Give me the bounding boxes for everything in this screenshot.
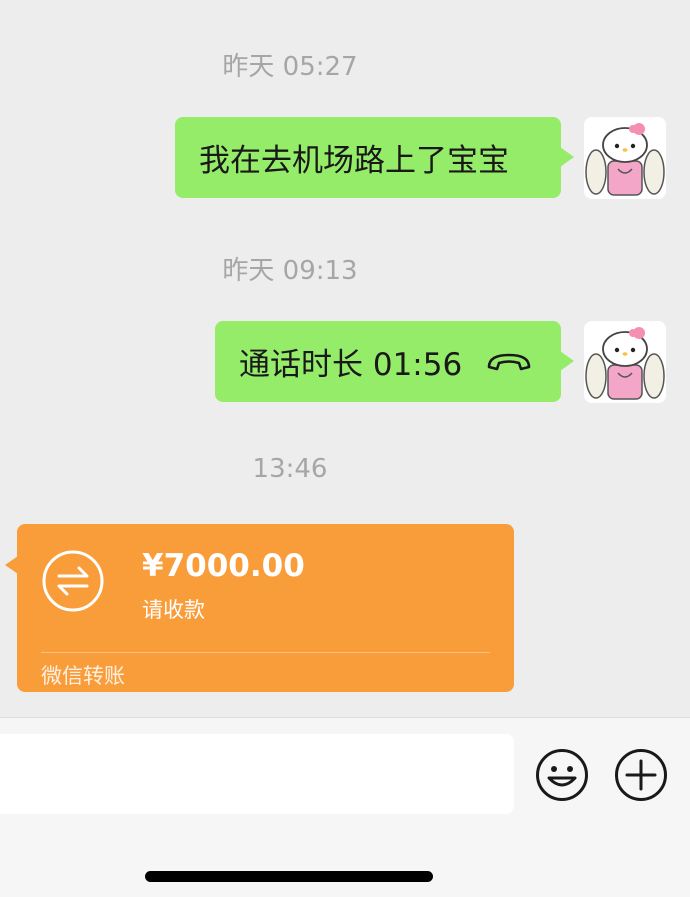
message-bubble[interactable]: 我在去机场路上了宝宝 xyxy=(175,117,574,198)
call-duration-text: 通话时长 01:56 xyxy=(239,347,463,383)
avatar-image xyxy=(584,117,666,199)
call-record-bubble[interactable]: 通话时长 01:56 xyxy=(215,321,574,402)
plus-icon[interactable] xyxy=(614,748,668,802)
transfer-status: 请收款 xyxy=(142,598,205,622)
timestamp: 昨天 05:27 xyxy=(222,52,358,82)
avatar[interactable] xyxy=(584,117,666,199)
transfer-arrows-icon xyxy=(42,550,104,612)
transfer-amount: ¥7000.00 xyxy=(142,548,305,584)
home-indicator[interactable] xyxy=(145,871,433,882)
input-bar xyxy=(0,717,690,897)
timestamp: 昨天 09:13 xyxy=(222,256,358,286)
phone-hangup-icon xyxy=(487,353,531,370)
message-text: 我在去机场路上了宝宝 xyxy=(199,143,509,179)
timestamp: 13:46 xyxy=(252,454,328,484)
message-input[interactable] xyxy=(0,734,514,814)
transfer-footer: 微信转账 xyxy=(41,664,125,688)
emoji-icon[interactable] xyxy=(535,748,589,802)
transfer-divider xyxy=(41,652,490,653)
transfer-card[interactable]: ¥7000.00 请收款 微信转账 xyxy=(5,524,514,692)
avatar-image xyxy=(584,321,666,403)
avatar[interactable] xyxy=(584,321,666,403)
